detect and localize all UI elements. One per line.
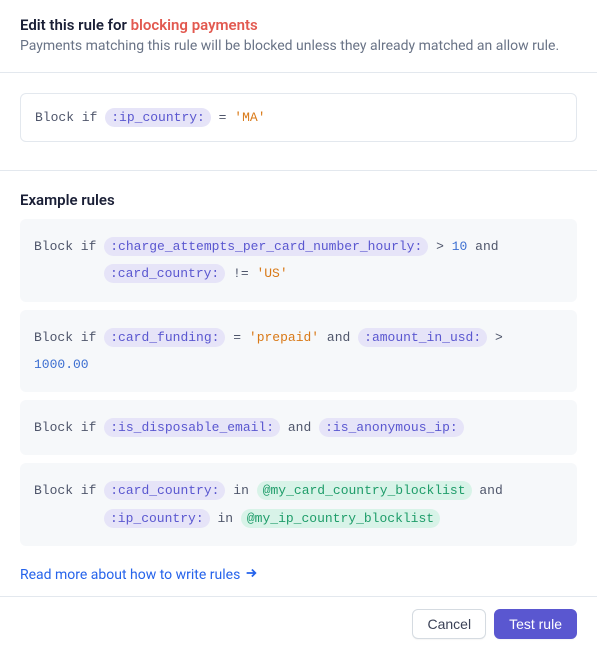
keyword-token: and: [479, 483, 502, 498]
keyword-token: and: [475, 239, 498, 254]
page-title: Edit this rule for blocking payments: [20, 16, 577, 34]
field-token: :is_anonymous_ip:: [319, 418, 464, 437]
string-token: 'US': [256, 266, 287, 281]
keyword-token: and: [327, 330, 350, 345]
operator-token: >: [495, 330, 503, 345]
divider: [0, 170, 597, 171]
keyword-token: in: [233, 483, 249, 498]
keyword-token: Block if: [34, 239, 96, 254]
keyword-token: in: [217, 511, 233, 526]
test-rule-button[interactable]: Test rule: [494, 609, 577, 639]
title-prefix: Edit this rule for: [20, 16, 131, 34]
keyword-token: Block if: [34, 420, 96, 435]
operator-token: !=: [233, 266, 249, 281]
examples-heading: Example rules: [20, 191, 577, 209]
field-token: :amount_in_usd:: [358, 328, 487, 347]
list-token: @my_card_country_blocklist: [257, 481, 472, 500]
keyword-token: Block if: [34, 330, 96, 345]
rule-editor[interactable]: Block if :ip_country: = 'MA': [20, 93, 577, 142]
editor-keyword: Block if: [35, 110, 97, 125]
page-subtitle: Payments matching this rule will be bloc…: [20, 38, 577, 54]
arrow-right-icon: [244, 566, 258, 584]
editor-field-token: :ip_country:: [105, 108, 211, 127]
list-token: @my_ip_country_blocklist: [241, 509, 440, 528]
read-more-link[interactable]: Read more about how to write rules: [20, 566, 258, 584]
example-rule: Block if :card_country: in @my_card_coun…: [20, 463, 577, 546]
field-token: :is_disposable_email:: [104, 418, 280, 437]
example-rule: Block if :is_disposable_email: and :is_a…: [20, 400, 577, 455]
editor-value: 'MA': [234, 110, 265, 125]
field-token: :card_country:: [104, 481, 225, 500]
operator-token: =: [233, 330, 241, 345]
operator-token: >: [436, 239, 444, 254]
cancel-button[interactable]: Cancel: [412, 609, 486, 639]
field-token: :card_country:: [104, 264, 225, 283]
keyword-token: Block if: [34, 483, 96, 498]
footer: Cancel Test rule: [0, 596, 597, 651]
string-token: 'prepaid': [249, 330, 319, 345]
example-rule: Block if :charge_attempts_per_card_numbe…: [20, 219, 577, 302]
field-token: :ip_country:: [104, 509, 210, 528]
number-token: 10: [452, 239, 468, 254]
divider: [0, 72, 597, 73]
title-accent: blocking payments: [131, 16, 258, 34]
example-rule: Block if :card_funding: = 'prepaid' and …: [20, 310, 577, 393]
field-token: :card_funding:: [104, 328, 225, 347]
number-token: 1000.00: [34, 357, 89, 372]
editor-operator: =: [219, 110, 227, 125]
read-more-label: Read more about how to write rules: [20, 567, 240, 583]
keyword-token: and: [288, 420, 311, 435]
field-token: :charge_attempts_per_card_number_hourly:: [104, 237, 428, 256]
